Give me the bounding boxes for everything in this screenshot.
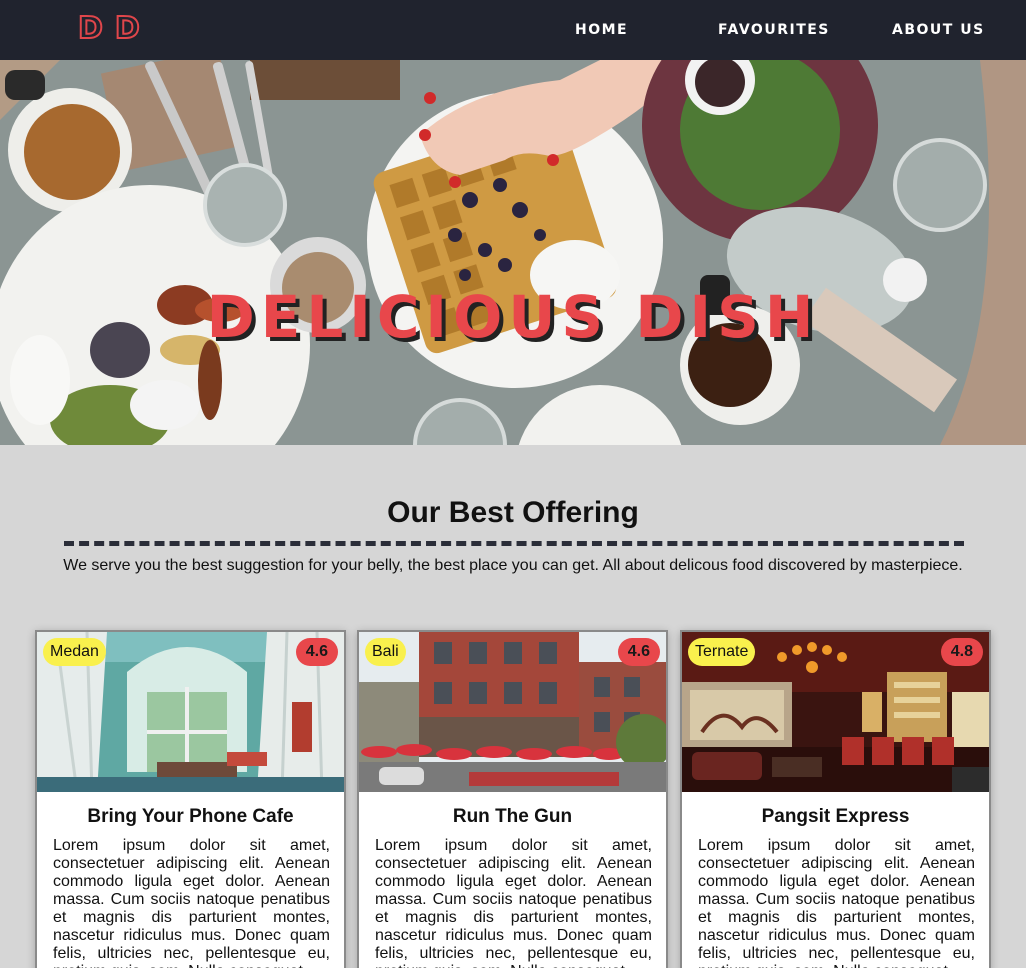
section-title: Our Best Offering	[387, 496, 639, 529]
restaurant-card[interactable]: Ternate 4.8 Pangsit Express Lorem ipsum …	[680, 630, 991, 968]
card-image: Bali 4.6	[359, 632, 666, 792]
card-image: Ternate 4.8	[682, 632, 989, 792]
card-title[interactable]: Run The Gun	[359, 805, 666, 829]
section-subtitle: We serve you the best suggestion for you…	[63, 557, 963, 574]
location-badge: Medan	[43, 638, 106, 666]
nav-link-home[interactable]: HOME	[575, 20, 628, 40]
hero-banner: DELICIOUS DISH	[0, 60, 1026, 445]
dashed-divider	[64, 541, 964, 546]
card-description: Lorem ipsum dolor sit amet, consectetuer…	[53, 837, 330, 968]
rating-badge: 4.8	[940, 638, 983, 666]
restaurant-card[interactable]: Medan 4.6 Bring Your Phone Cafe Lorem ip…	[35, 630, 346, 968]
nav-link-favourites[interactable]: FAVOURITES	[718, 20, 830, 40]
card-image: Medan 4.6	[37, 632, 344, 792]
hero-food-image	[0, 60, 1026, 445]
top-navbar: D D HOME FAVOURITES ABOUT US	[0, 0, 1026, 60]
location-badge: Ternate	[688, 638, 756, 666]
restaurant-card[interactable]: Bali 4.6 Run The Gun Lorem ipsum dolor s…	[357, 630, 668, 968]
rating-badge: 4.6	[617, 638, 660, 666]
nav-links: HOME FAVOURITES ABOUT US	[0, 20, 1026, 40]
nav-link-about-us[interactable]: ABOUT US	[892, 20, 985, 40]
card-title[interactable]: Pangsit Express	[682, 805, 989, 829]
card-description: Lorem ipsum dolor sit amet, consectetuer…	[375, 837, 652, 968]
hero-title: DELICIOUS DISH	[206, 283, 820, 351]
rating-badge: 4.6	[295, 638, 338, 666]
location-badge: Bali	[365, 638, 406, 666]
card-title[interactable]: Bring Your Phone Cafe	[37, 805, 344, 829]
card-description: Lorem ipsum dolor sit amet, consectetuer…	[698, 837, 975, 968]
